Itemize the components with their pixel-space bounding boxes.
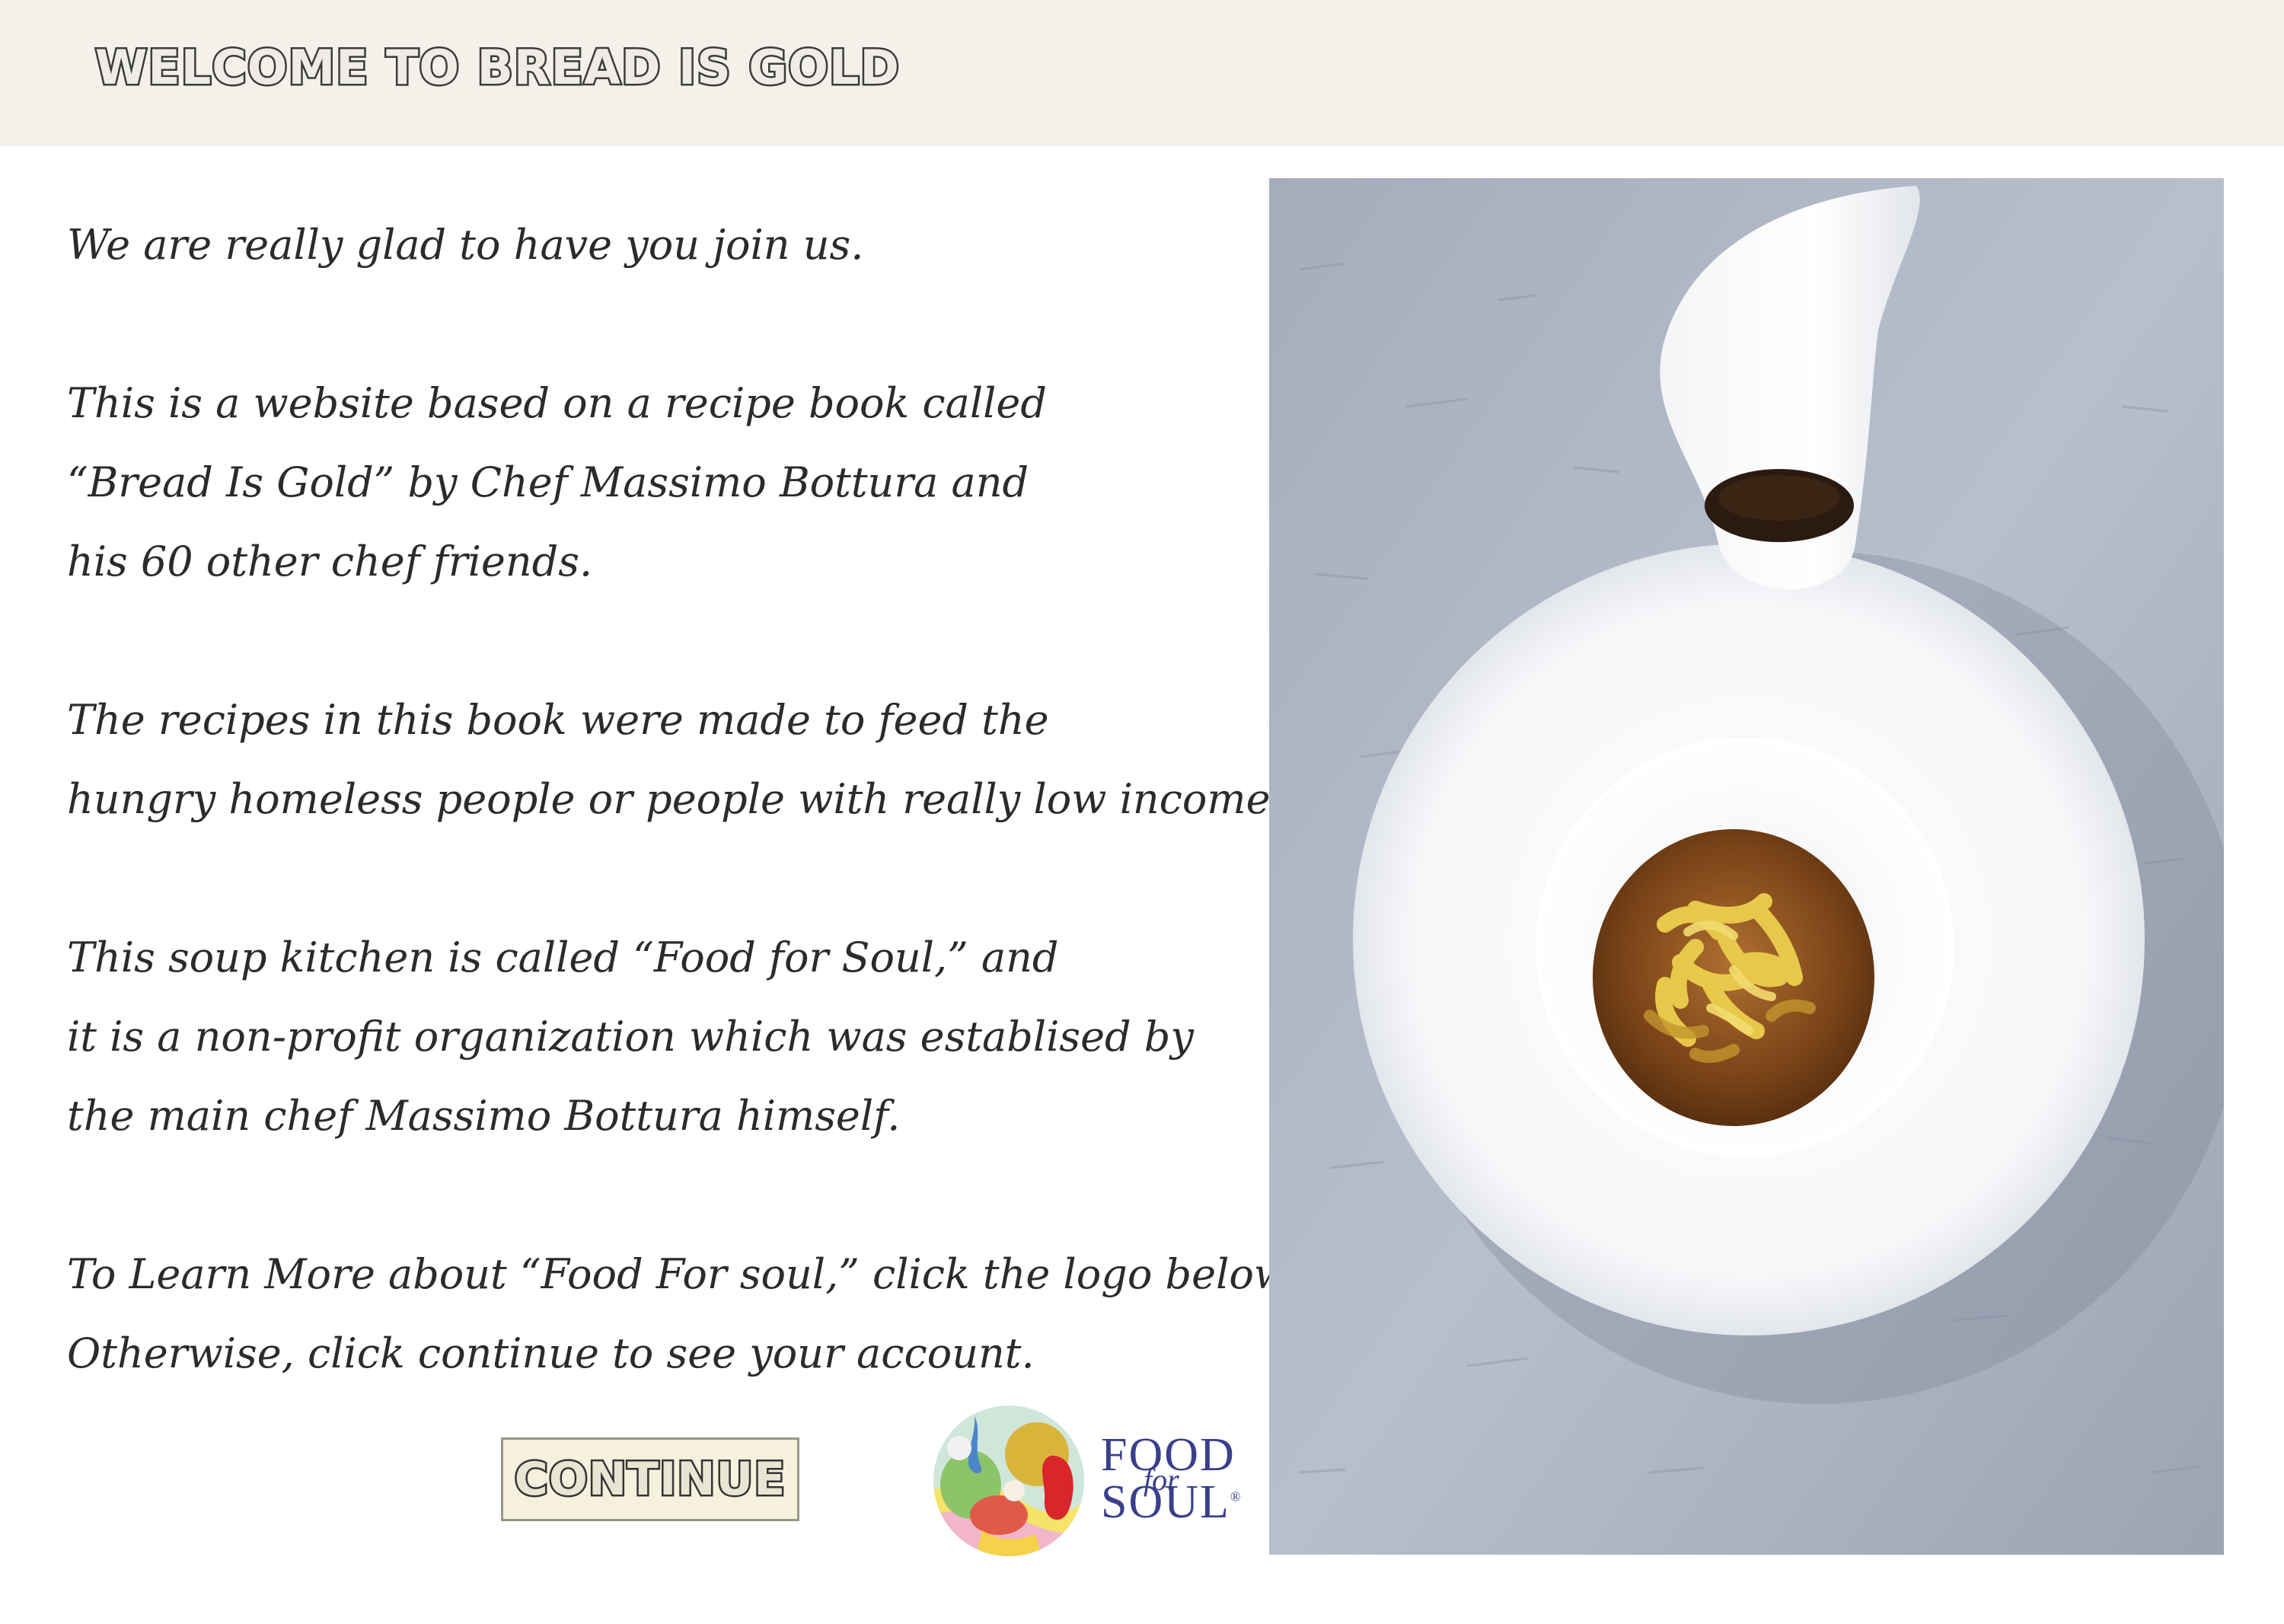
intro-paragraph-instructions: To Learn More about “Food For soul,” cli… xyxy=(67,1235,1297,1393)
food-for-soul-wordmark: FOOD for SOUL® xyxy=(1101,1431,1253,1526)
intro-line: This is a website based on a recipe book… xyxy=(67,379,1047,427)
logo-word-soul: SOUL® xyxy=(1101,1476,1242,1528)
continue-button-label: CONTINUE xyxy=(512,1451,786,1508)
welcome-page: Welcome to Bread Is Gold We are really g… xyxy=(0,0,2284,1624)
intro-line: The recipes in this book were made to fe… xyxy=(67,696,1049,744)
dish-photo xyxy=(1269,178,2224,1555)
intro-text: We are really glad to have you join us. … xyxy=(67,206,1297,1393)
intro-paragraph-about-book: This is a website based on a recipe book… xyxy=(67,364,1255,601)
intro-line: the main chef Massimo Bottura himself. xyxy=(67,1092,901,1140)
intro-paragraph-food-for-soul: This soup kitchen is called “Food for So… xyxy=(67,918,1255,1156)
intro-line: Otherwise, click continue to see your ac… xyxy=(67,1329,1035,1377)
intro-paragraph-welcome: We are really glad to have you join us. xyxy=(67,206,1255,285)
intro-line: “Bread Is Gold” by Chef Massimo Bottura … xyxy=(67,458,1029,506)
food-for-soul-emblem-icon xyxy=(933,1405,1084,1556)
intro-line: it is a non-profit organization which wa… xyxy=(67,1013,1194,1061)
continue-button[interactable]: CONTINUE xyxy=(501,1437,799,1521)
intro-line: We are really glad to have you join us. xyxy=(67,221,864,269)
intro-paragraph-recipes: The recipes in this book were made to fe… xyxy=(67,681,1284,839)
intro-line: hungry homeless people or people with re… xyxy=(67,775,1284,823)
intro-line: This soup kitchen is called “Food for So… xyxy=(67,933,1059,981)
page-title: Welcome to Bread Is Gold xyxy=(94,40,901,95)
food-for-soul-logo-link[interactable]: FOOD for SOUL® xyxy=(929,1401,1249,1561)
registered-mark: ® xyxy=(1230,1488,1242,1504)
header-banner: Welcome to Bread Is Gold xyxy=(0,0,2284,146)
intro-line: To Learn More about “Food For soul,” cli… xyxy=(67,1250,1297,1298)
intro-line: his 60 other chef friends. xyxy=(67,538,593,585)
